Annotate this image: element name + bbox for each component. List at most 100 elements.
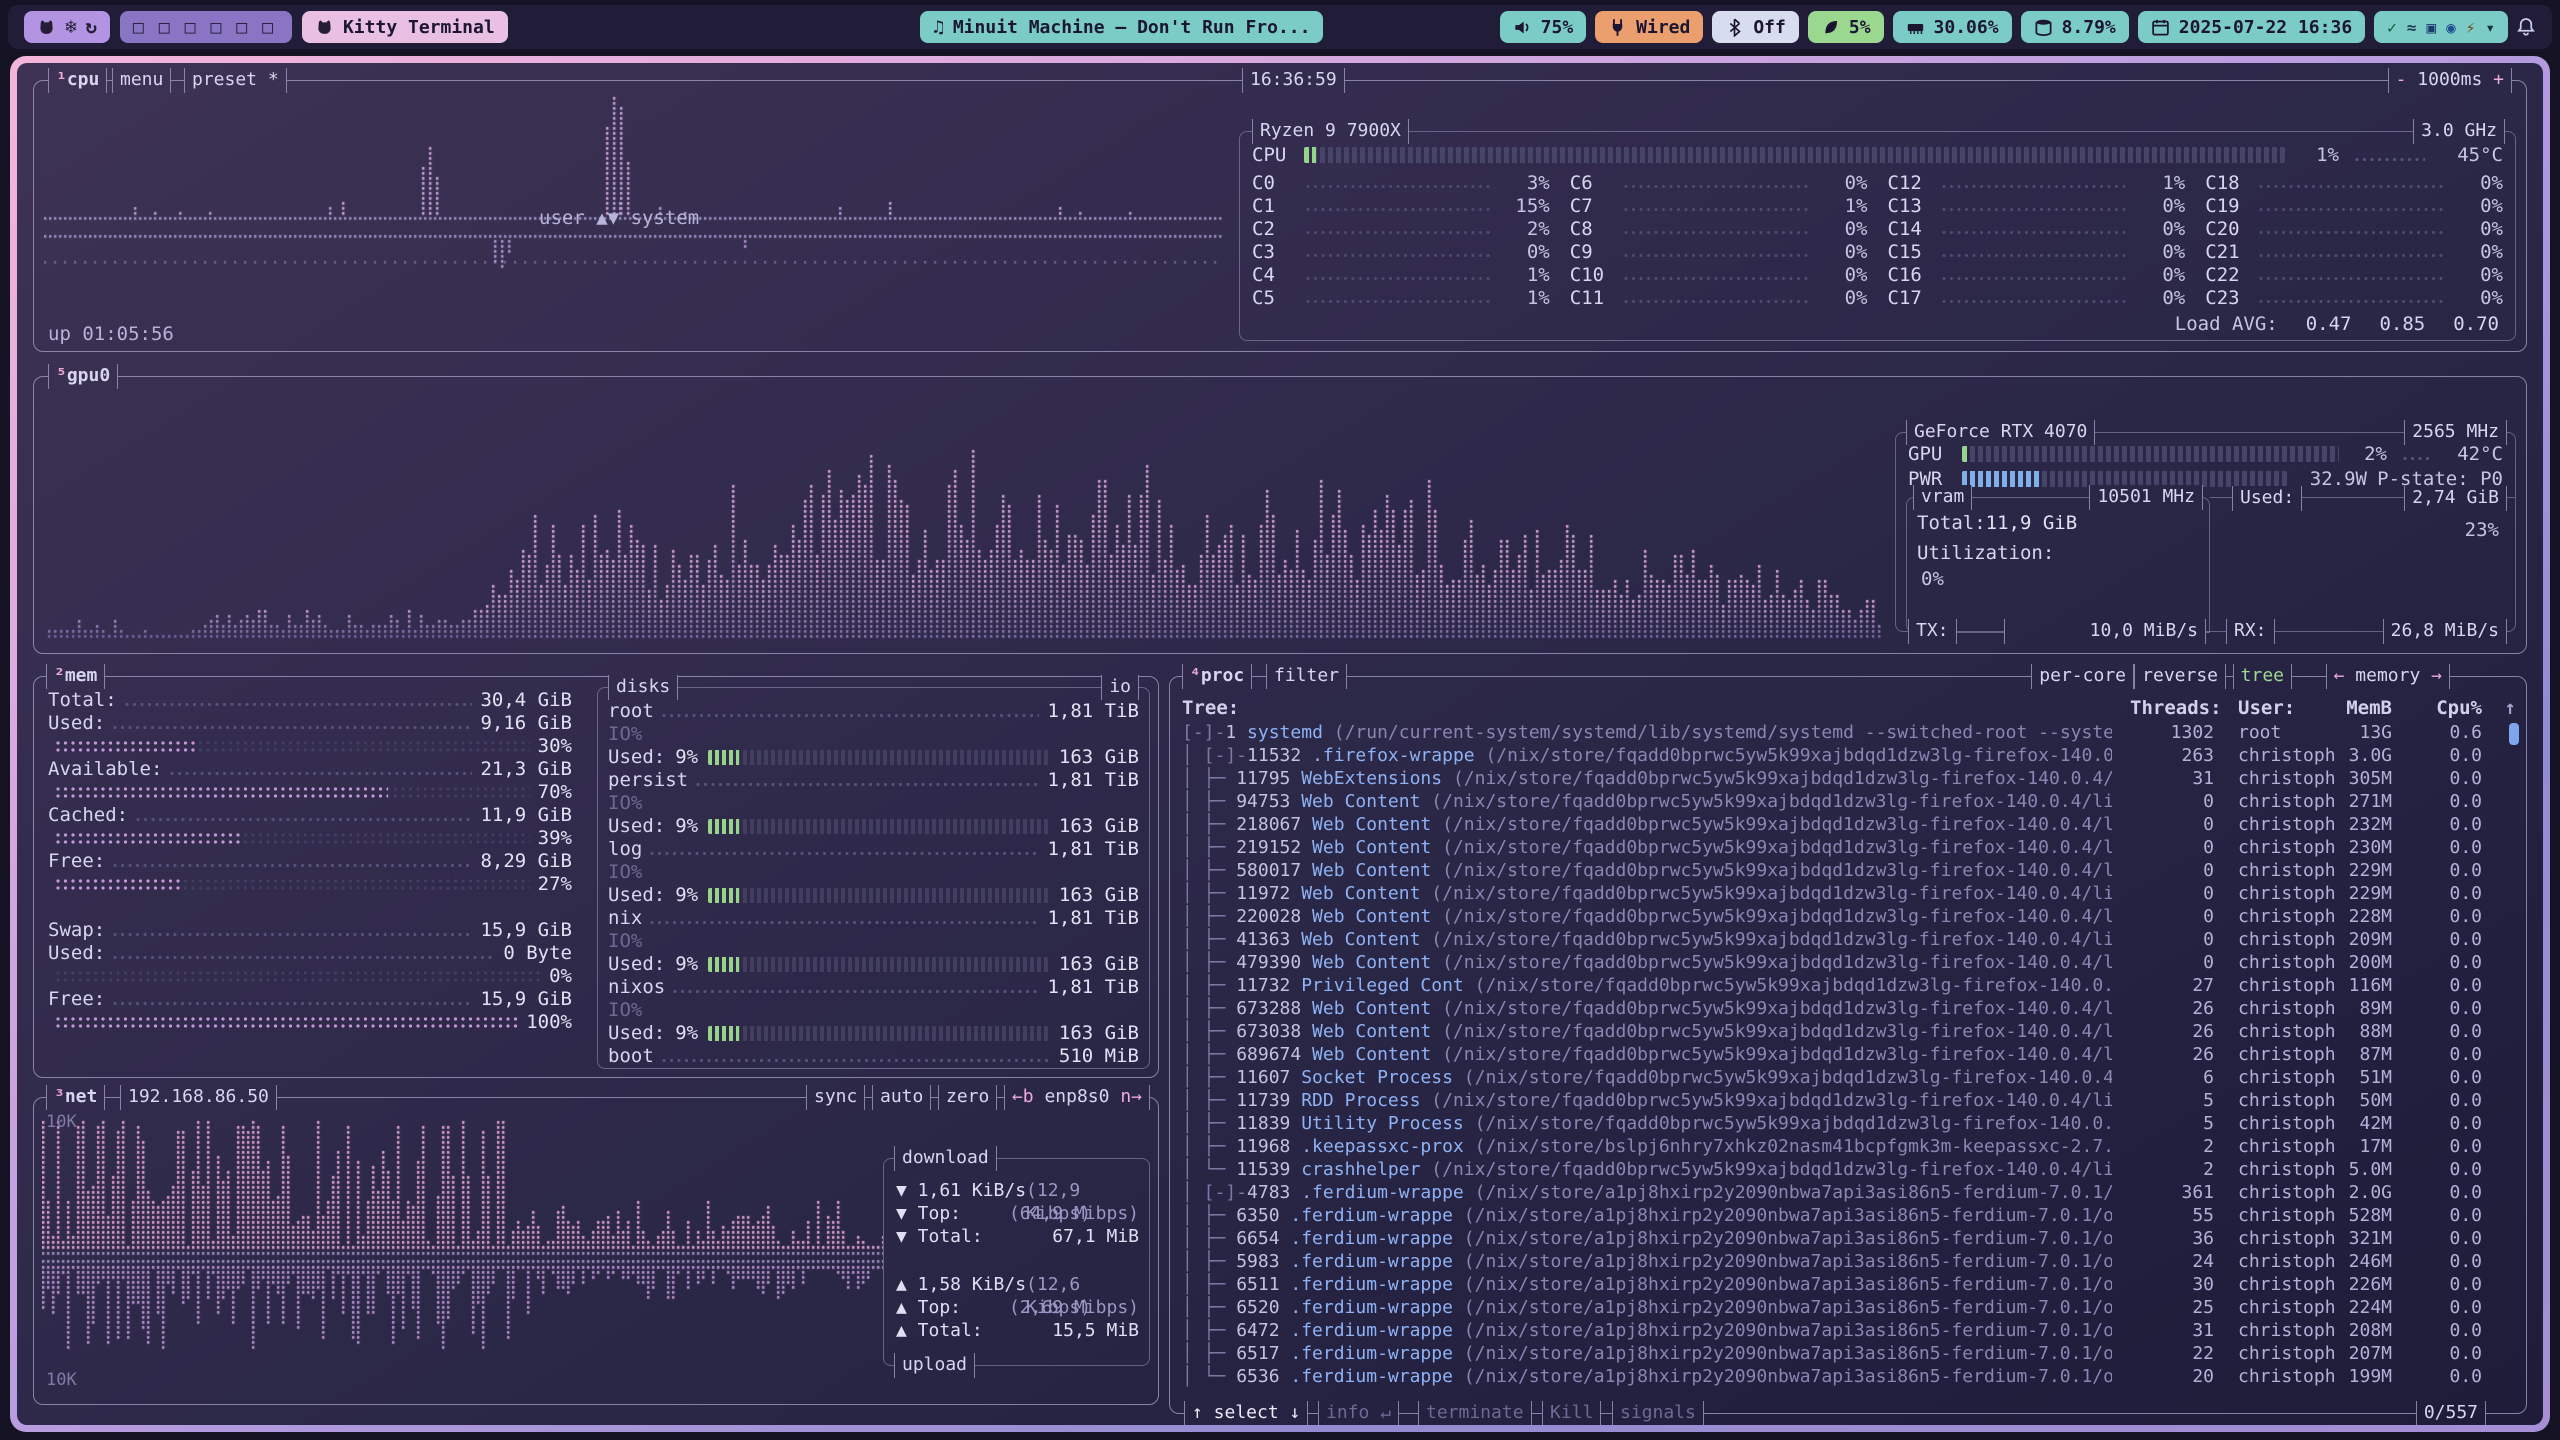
gpu-usage-graph: [44, 391, 1884, 643]
window-icon[interactable]: □: [236, 17, 253, 38]
refresh-icon[interactable]: ↻: [85, 16, 96, 38]
proc-scrollbar-thumb[interactable]: [2509, 723, 2519, 745]
nix-snowflake-icon[interactable]: ❄: [65, 16, 76, 38]
proc-row[interactable]: │ ├─ 6654 .ferdium-wrappe (/nix/store/a1…: [1178, 1227, 2512, 1250]
gpu-model: GeForce RTX 4070: [1906, 420, 2095, 445]
proc-row[interactable]: │ ├─ 6511 .ferdium-wrappe (/nix/store/a1…: [1178, 1273, 2512, 1296]
proc-row[interactable]: [-]-1 systemd (/run/current-system/syste…: [1178, 721, 2512, 744]
proc-row[interactable]: │ ├─ 11839 Utility Process (/nix/store/f…: [1178, 1112, 2512, 1135]
proc-row[interactable]: │ ├─ 6517 .ferdium-wrappe (/nix/store/a1…: [1178, 1342, 2512, 1365]
active-window-pill[interactable]: Kitty Terminal: [302, 11, 508, 43]
window-icon[interactable]: □: [185, 17, 202, 38]
proc-row[interactable]: │ ├─ 41363 Web Content (/nix/store/fqadd…: [1178, 928, 2512, 951]
proc-row[interactable]: │ ├─ 11795 WebExtensions (/nix/store/fqa…: [1178, 767, 2512, 790]
window-icon[interactable]: □: [210, 17, 227, 38]
status-dot-icon[interactable]: ◉: [2446, 18, 2456, 37]
proc-row[interactable]: │ ├─ 580017 Web Content (/nix/store/fqad…: [1178, 859, 2512, 882]
kitty-logo-icon[interactable]: [37, 18, 56, 37]
cpu-cores: C03%C115%C22%C30%C41%C51%C60%C71%C80%C90…: [1252, 172, 2503, 310]
date-module[interactable]: 2025-07-22 16:36: [2138, 11, 2365, 43]
preset-button[interactable]: preset *: [184, 68, 287, 93]
net-sync-button[interactable]: sync: [806, 1085, 865, 1110]
proc-box-title[interactable]: ⁴proc: [1182, 664, 1252, 689]
disk-used-row: Used:9%163 GiB: [608, 1022, 1139, 1045]
proc-filter-button[interactable]: filter: [1266, 664, 1347, 689]
proc-tree-toggle[interactable]: tree: [2233, 664, 2292, 689]
proc-sort-selector[interactable]: ← memory →: [2326, 664, 2450, 689]
proc-row[interactable]: │ ├─ 219152 Web Content (/nix/store/fqad…: [1178, 836, 2512, 859]
net-stat-row: ▲ Total:15,5 MiB: [896, 1319, 1139, 1342]
cpu-graph-mode-label[interactable]: user ▲▼ system: [539, 207, 699, 229]
gpu-box-title[interactable]: ⁵gpu0: [48, 364, 118, 389]
window-icon[interactable]: □: [159, 17, 176, 38]
proc-row[interactable]: │ ├─ 218067 Web Content (/nix/store/fqad…: [1178, 813, 2512, 836]
disk-module[interactable]: 8.79%: [2021, 11, 2129, 43]
cpu-eco-module[interactable]: 5%: [1808, 11, 1884, 43]
net-auto-button[interactable]: auto: [872, 1085, 931, 1110]
cpu-core-row: C200%: [2205, 218, 2503, 241]
music-title: Minuit Machine – Don't Run Fro...: [953, 17, 1311, 38]
network-module[interactable]: Wired: [1595, 11, 1703, 43]
proc-reverse-toggle[interactable]: reverse: [2134, 664, 2226, 689]
network-tray-icon[interactable]: ≈: [2407, 18, 2417, 37]
proc-row[interactable]: │ ├─ 11739 RDD Process (/nix/store/fqadd…: [1178, 1089, 2512, 1112]
proc-row[interactable]: │ ├─ 94753 Web Content (/nix/store/fqadd…: [1178, 790, 2512, 813]
window-icon[interactable]: □: [262, 17, 279, 38]
menu-button[interactable]: menu: [112, 68, 171, 93]
proc-row[interactable]: │ ├─ 6472 .ferdium-wrappe (/nix/store/a1…: [1178, 1319, 2512, 1342]
proc-row[interactable]: │ ├─ 5983 .ferdium-wrappe (/nix/store/a1…: [1178, 1250, 2512, 1273]
vram-util-value: 0%: [1921, 568, 1944, 590]
music-note-icon: ♫: [933, 17, 944, 38]
clipboard-icon[interactable]: ▣: [2426, 18, 2436, 37]
proc-select-keys[interactable]: ↑ select ↓: [1184, 1401, 1308, 1425]
proc-row[interactable]: │ ├─ 689674 Web Content (/nix/store/fqad…: [1178, 1043, 2512, 1066]
proc-row[interactable]: │ ├─ 11972 Web Content (/nix/store/fqadd…: [1178, 882, 2512, 905]
net-box-title[interactable]: ³net: [46, 1085, 105, 1110]
window-switcher-pill[interactable]: □ □ □ □ □ □: [120, 11, 292, 43]
music-pill[interactable]: ♫ Minuit Machine – Don't Run Fro...: [920, 11, 1323, 43]
proc-kill-button[interactable]: Kill: [1542, 1401, 1601, 1425]
proc-row[interactable]: │ ├─ 673288 Web Content (/nix/store/fqad…: [1178, 997, 2512, 1020]
net-interface-switcher[interactable]: ←b enp8s0 n→: [1004, 1085, 1150, 1110]
proc-row[interactable]: │ ├─ 479390 Web Content (/nix/store/fqad…: [1178, 951, 2512, 974]
disks-io-toggle[interactable]: io: [1101, 675, 1139, 700]
gpu-tx-value: 10,0 MiB/s: [2004, 619, 2206, 644]
notification-bell-icon[interactable]: [2516, 17, 2536, 37]
cpu-box-title[interactable]: ¹cpu: [48, 68, 107, 93]
proc-row[interactable]: │ ├─ 6520 .ferdium-wrappe (/nix/store/a1…: [1178, 1296, 2512, 1319]
proc-row[interactable]: │ └─ 11539 crashhelper (/nix/store/fqadd…: [1178, 1158, 2512, 1181]
disk-io-row: IO%: [608, 792, 1139, 815]
mem-meter-row: 30%: [48, 735, 572, 758]
proc-row[interactable]: │ ├─ 11607 Socket Process (/nix/store/fq…: [1178, 1066, 2512, 1089]
tray-pill[interactable]: ✓ ≈ ▣ ◉ ⚡ ▾: [2374, 11, 2508, 43]
net-stat-row: ▼ Total:67,1 MiB: [896, 1225, 1139, 1248]
chevron-down-icon[interactable]: ▾: [2485, 18, 2495, 37]
mem-stat-row: Used:0 Byte: [48, 942, 572, 965]
volume-module[interactable]: 75%: [1500, 11, 1587, 43]
proc-per-core-toggle[interactable]: per-core: [2031, 664, 2134, 689]
proc-row[interactable]: │ [-]-4783 .ferdium-wrappe (/nix/store/a…: [1178, 1181, 2512, 1204]
launcher-pill[interactable]: ❄ ↻: [24, 11, 110, 43]
window-icon[interactable]: □: [133, 17, 150, 38]
proc-row[interactable]: │ └─ 6536 .ferdium-wrappe (/nix/store/a1…: [1178, 1365, 2512, 1387]
mem-box-title[interactable]: ²mem: [46, 664, 105, 689]
update-interval-control[interactable]: - 1000ms +: [2388, 68, 2512, 93]
shield-check-icon[interactable]: ✓: [2387, 18, 2397, 37]
disks-title[interactable]: disks: [608, 675, 678, 700]
memory-module[interactable]: 30.06%: [1893, 11, 2012, 43]
proc-row[interactable]: │ ├─ 11968 .keepassxc-prox (/nix/store/b…: [1178, 1135, 2512, 1158]
proc-signals-button[interactable]: signals: [1612, 1401, 1704, 1425]
net-zero-button[interactable]: zero: [938, 1085, 997, 1110]
bluetooth-module[interactable]: Off: [1712, 11, 1799, 43]
proc-row[interactable]: │ ├─ 6350 .ferdium-wrappe (/nix/store/a1…: [1178, 1204, 2512, 1227]
proc-row[interactable]: │ ├─ 673038 Web Content (/nix/store/fqad…: [1178, 1020, 2512, 1043]
proc-row[interactable]: │ ├─ 11732 Privileged Cont (/nix/store/f…: [1178, 974, 2512, 997]
cpu-core-row: C160%: [1888, 264, 2186, 287]
proc-info-button[interactable]: info ↵: [1318, 1401, 1399, 1425]
cpu-core-row: C41%: [1252, 264, 1550, 287]
power-icon[interactable]: ⚡: [2466, 18, 2476, 37]
proc-row[interactable]: │ [-]-11532 .firefox-wrappe (/nix/store/…: [1178, 744, 2512, 767]
proc-row[interactable]: │ ├─ 220028 Web Content (/nix/store/fqad…: [1178, 905, 2512, 928]
status-modules: 75%Wired Off 5% 30.06% 8.79% 2025-07-22 16:36: [1500, 11, 2366, 43]
proc-terminate-button[interactable]: terminate: [1418, 1401, 1532, 1425]
